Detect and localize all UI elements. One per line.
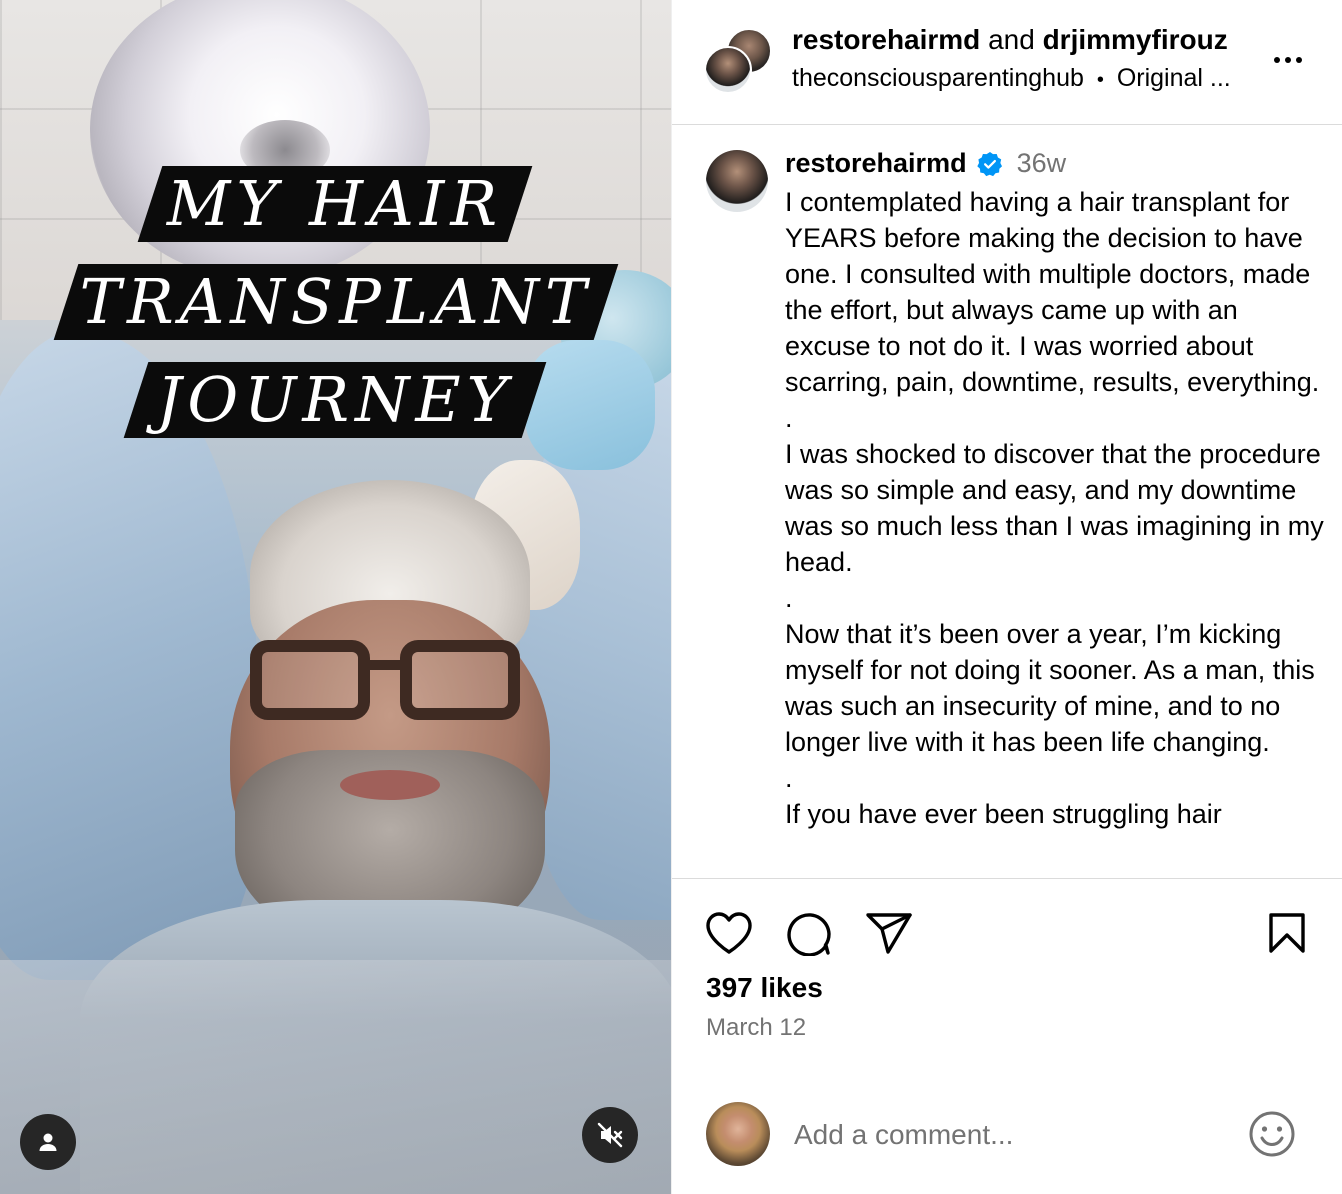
overlay-text: TRANSPLANT bbox=[79, 265, 593, 338]
username-link[interactable]: restorehairmd bbox=[792, 24, 980, 55]
likes-count[interactable]: 397 likes bbox=[706, 972, 823, 1004]
avatar bbox=[706, 1102, 770, 1166]
like-button[interactable] bbox=[704, 908, 754, 958]
avatar[interactable] bbox=[704, 46, 752, 94]
post-details-panel: restorehairmd and drjimmyfirouz theconsc… bbox=[671, 0, 1342, 1194]
caption-text: I contemplated having a hair transplant … bbox=[785, 187, 1324, 829]
caption-timestamp[interactable]: 36w bbox=[1017, 148, 1067, 179]
post-date[interactable]: March 12 bbox=[706, 1014, 806, 1042]
patient-lips bbox=[340, 770, 440, 800]
user-icon bbox=[39, 1133, 57, 1151]
bookmark-icon bbox=[1269, 913, 1305, 953]
divider bbox=[672, 1072, 1342, 1073]
overlay-title-line-3: JOURNEY bbox=[123, 362, 547, 438]
caption-scroll-area[interactable]: restorehairmd 36w I contemplated having … bbox=[672, 126, 1342, 878]
share-button[interactable] bbox=[864, 908, 914, 958]
avatar[interactable] bbox=[706, 150, 768, 212]
overlay-text: JOURNEY bbox=[156, 363, 514, 436]
glasses-left-lens bbox=[250, 640, 370, 720]
post-media[interactable]: MY HAIR TRANSPLANT JOURNEY bbox=[0, 0, 671, 1194]
emoji-button[interactable] bbox=[1246, 1108, 1298, 1160]
glasses-bridge bbox=[365, 660, 405, 670]
caption-header: restorehairmd 36w bbox=[785, 148, 1066, 179]
post-header: restorehairmd and drjimmyfirouz theconsc… bbox=[672, 0, 1342, 125]
audio-source-link[interactable]: theconsciousparentinghub bbox=[792, 64, 1084, 92]
username-link[interactable]: drjimmyfirouz bbox=[1043, 24, 1228, 55]
speaker-muted-icon bbox=[597, 1122, 623, 1148]
paper-plane-icon bbox=[866, 913, 912, 954]
more-horizontal-icon bbox=[1296, 57, 1302, 63]
comment-input[interactable] bbox=[794, 1110, 1234, 1160]
separator-dot: • bbox=[1096, 69, 1104, 91]
more-options-button[interactable] bbox=[1268, 40, 1308, 80]
surgeon-mask bbox=[525, 340, 655, 470]
drape-fold bbox=[0, 960, 671, 1194]
glasses-right-lens bbox=[400, 640, 520, 720]
audio-attribution: theconsciousparentinghub • Original ... bbox=[792, 64, 1231, 93]
audio-label-link[interactable]: Original ... bbox=[1117, 64, 1231, 92]
overlay-text: MY HAIR bbox=[166, 167, 504, 240]
smiley-icon bbox=[1249, 1111, 1295, 1157]
more-horizontal-icon bbox=[1285, 57, 1291, 63]
caption-username[interactable]: restorehairmd bbox=[785, 148, 967, 179]
and-text: and bbox=[988, 24, 1035, 55]
comment-button[interactable] bbox=[784, 908, 834, 958]
heart-icon bbox=[706, 912, 752, 954]
verified-badge-icon bbox=[976, 151, 1002, 176]
overlay-title-line-1: MY HAIR bbox=[137, 166, 533, 242]
overlay-title-line-2: TRANSPLANT bbox=[53, 264, 619, 340]
save-button[interactable] bbox=[1262, 908, 1312, 958]
collab-avatars[interactable] bbox=[704, 28, 772, 94]
more-horizontal-icon bbox=[1274, 57, 1280, 63]
divider bbox=[672, 878, 1342, 879]
comment-bubble-icon bbox=[787, 913, 831, 956]
collaborator-names: restorehairmd and drjimmyfirouz bbox=[792, 24, 1228, 56]
mute-toggle-button[interactable] bbox=[582, 1107, 638, 1163]
tagged-users-button[interactable] bbox=[20, 1114, 76, 1170]
